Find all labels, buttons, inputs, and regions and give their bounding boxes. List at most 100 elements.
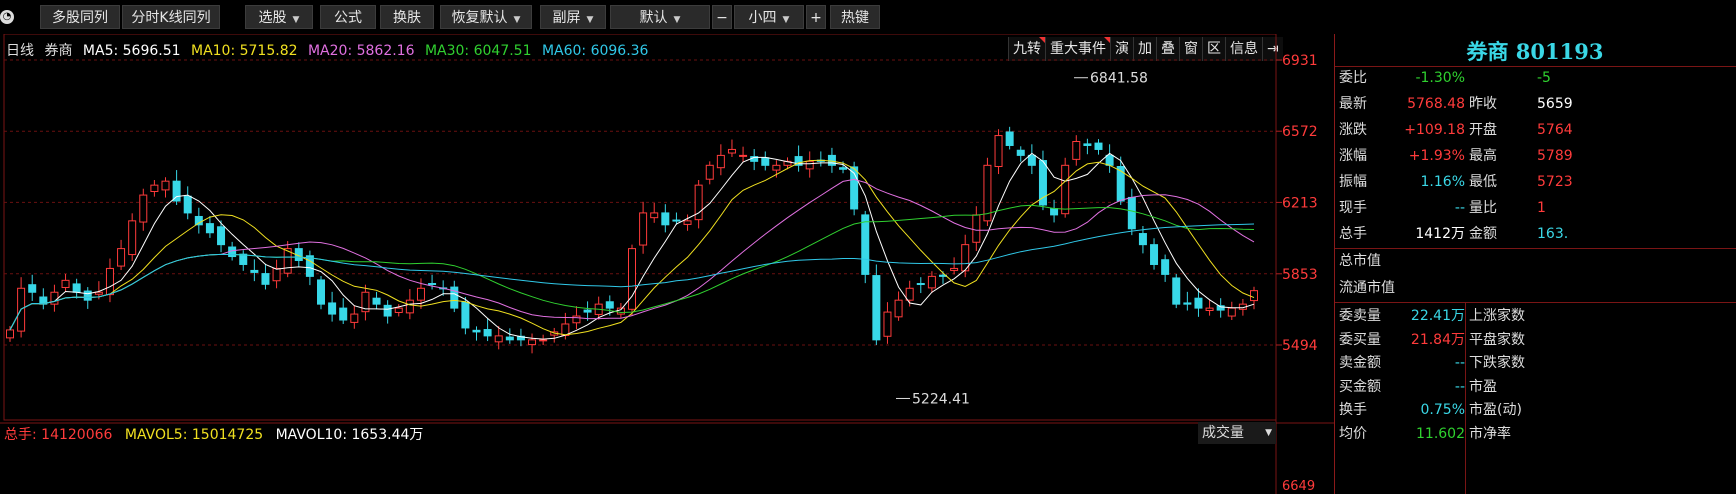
multi-stock-button[interactable]: 多股同列 [40, 5, 120, 29]
skin-button[interactable]: 换肤 [380, 5, 434, 29]
layout-label: 默认 [639, 10, 668, 26]
quote-label: 振幅 [1339, 174, 1367, 190]
candle-body [639, 212, 648, 246]
sub-screen-label: 副屏 [552, 10, 581, 26]
candle-body [505, 336, 514, 341]
quote-row: 涨幅 +1.93% 最高 5789 [1335, 144, 1736, 168]
candle-body [217, 226, 226, 246]
candle-body [727, 148, 736, 154]
font-size-label: 小四 [748, 10, 777, 26]
y-tick-label: 6572 [1282, 124, 1318, 140]
candle-body [405, 299, 414, 314]
stat-row: 卖金额 -- 下跌家数 [1335, 351, 1736, 375]
candle-body [716, 154, 725, 169]
candle-body [117, 248, 126, 267]
high-price-label: 6841.58 [1090, 71, 1148, 87]
candle-body [350, 313, 359, 323]
candle-body [72, 283, 81, 293]
candle-body [672, 219, 681, 222]
volume-legend: 总手: 14120066 MAVOL5: 15014725 MAVOL10: 1… [4, 424, 423, 444]
candle-body [683, 220, 692, 225]
stat-label: 委卖量 [1339, 308, 1381, 324]
quote-value: 5768.48 [1407, 96, 1465, 112]
quote-value-2: 5764 [1537, 122, 1573, 138]
candle-body [150, 184, 159, 192]
candle-body [428, 283, 437, 286]
quote-value-2: 5659 [1537, 96, 1573, 112]
candle-body [1183, 302, 1192, 305]
quote-value-2: -5 [1537, 70, 1551, 86]
candle-body [128, 220, 137, 256]
candle-body [1227, 307, 1236, 317]
candle-body [927, 275, 936, 289]
y-tick-label: 6931 [1282, 53, 1318, 69]
quote-label: 委比 [1339, 70, 1367, 86]
sub-screen-dropdown[interactable]: 副屏 ▼ [540, 5, 606, 29]
candle-body [827, 154, 836, 166]
stat-row: 换手 0.75% 市盈(动) [1335, 398, 1736, 422]
volume-indicator-dropdown[interactable]: 成交量 ▼ [1198, 422, 1276, 444]
candle-body [1083, 143, 1092, 146]
quote-label-2: 最低 [1469, 174, 1497, 190]
volume-indicator-label: 成交量 [1202, 425, 1244, 441]
stat-value: 0.75% [1420, 402, 1465, 418]
candle-body [139, 194, 148, 223]
restore-default-dropdown[interactable]: 恢复默认 ▼ [440, 5, 532, 29]
stat-label-2: 平盘家数 [1469, 331, 1525, 348]
low-price-label: 5224.41 [912, 391, 970, 407]
candle-body [739, 154, 748, 157]
candle-body [861, 214, 870, 275]
toolbar: ◔ 多股同列 分时K线同列 选股 ▼ 公式 换肤 恢复默认 ▼ 副屏 ▼ 默认 ▼ − … [0, 0, 1736, 34]
stat-label-2: 市盈 [1469, 378, 1497, 395]
quote-row: 现手 -- 量比 1 [1335, 196, 1736, 220]
select-stock-dropdown[interactable]: 选股 ▼ [245, 5, 313, 29]
candle-body [628, 248, 636, 310]
quote-value: +1.93% [1408, 148, 1465, 164]
kline-multi-button[interactable]: 分时K线同列 [122, 5, 220, 29]
formula-button[interactable]: 公式 [320, 5, 376, 29]
stat-label: 买金额 [1339, 378, 1381, 395]
plus-label: + [810, 10, 822, 26]
layout-dropdown[interactable]: 默认 ▼ [610, 5, 710, 29]
quote-label: 现手 [1339, 200, 1367, 216]
stat-value: 22.41万 [1410, 308, 1465, 324]
font-size-dropdown[interactable]: 小四 ▼ [734, 5, 804, 29]
candle-body [1116, 166, 1125, 202]
quote-label-2: 开盘 [1469, 122, 1497, 138]
stat-value: -- [1454, 355, 1465, 371]
candle-body [1027, 154, 1036, 166]
candle-body [528, 339, 537, 346]
candle-body [772, 164, 781, 171]
market-cap-row: 总市值 [1335, 249, 1736, 273]
candle-body [272, 267, 281, 282]
stat-label: 换手 [1339, 402, 1367, 418]
font-decrease-button[interactable]: − [712, 5, 732, 29]
stat-value: 11.602 [1416, 425, 1465, 442]
panel-divider [1335, 302, 1736, 303]
stat-value: -- [1454, 378, 1465, 395]
candle-body [1038, 160, 1047, 206]
candle-body [872, 275, 881, 341]
quote-value-2: 1 [1537, 200, 1546, 216]
candle-body [994, 135, 1003, 168]
candle-body [1250, 290, 1258, 302]
candle-body [805, 160, 814, 170]
y-tick-label: 6649 [1282, 479, 1315, 494]
candle-body [305, 255, 314, 277]
stat-row: 委买量 21.84万 平盘家数 [1335, 328, 1736, 352]
candle-body [583, 309, 592, 313]
candle-body [883, 311, 892, 337]
quote-label: 总手 [1339, 226, 1367, 242]
panel-title: 券商 801193 [1466, 39, 1604, 64]
stat-label: 委买量 [1339, 331, 1381, 348]
candle-body [28, 284, 37, 293]
candle-body [539, 339, 548, 342]
dropdown-arrow-icon: ▼ [1265, 428, 1272, 438]
candle-body [461, 301, 470, 329]
hotkey-button[interactable]: 热键 [830, 5, 880, 29]
quote-value-2: 5723 [1537, 174, 1573, 190]
font-increase-button[interactable]: + [806, 5, 826, 29]
candle-body [1094, 142, 1103, 150]
candle-body [972, 214, 981, 243]
dropdown-arrow-icon: ▼ [513, 15, 521, 25]
